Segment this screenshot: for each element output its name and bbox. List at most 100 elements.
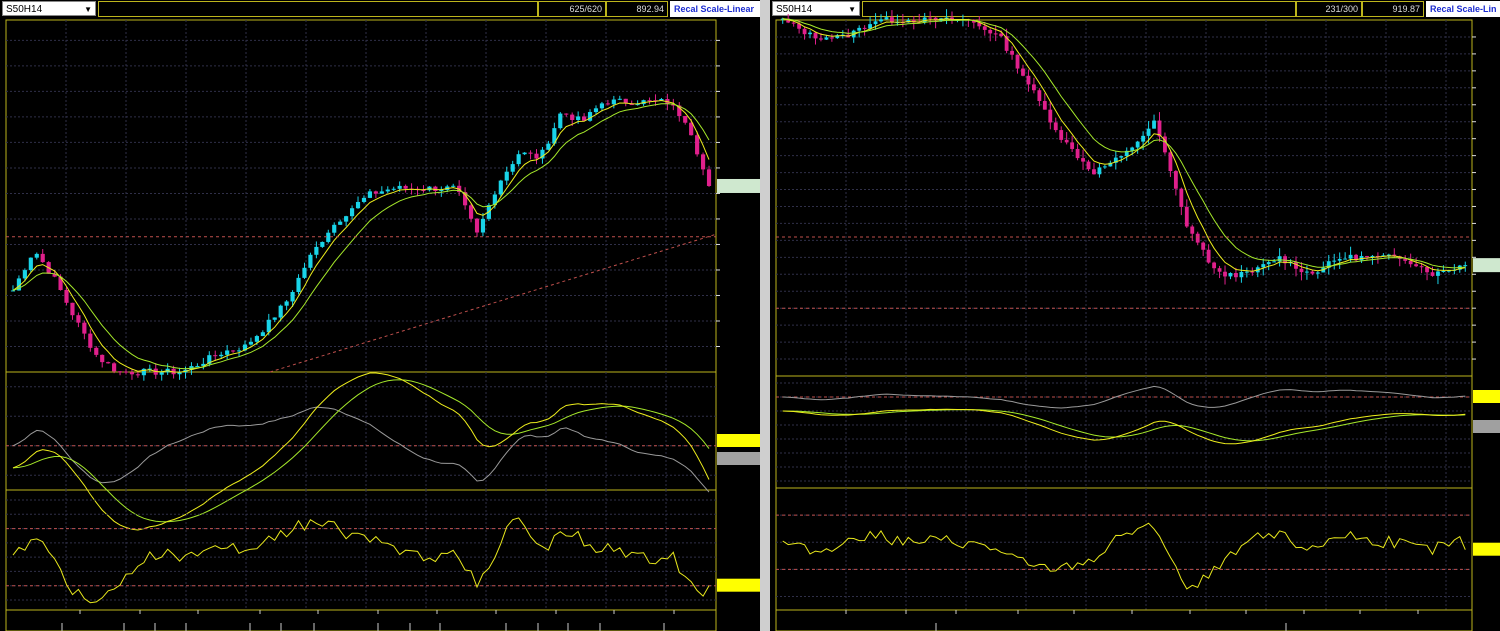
candle-body xyxy=(1168,152,1173,172)
candle-body xyxy=(326,232,331,242)
candle-body xyxy=(558,113,563,129)
candle-body xyxy=(296,277,301,293)
candle-body xyxy=(260,332,265,337)
candle-body xyxy=(1081,158,1085,162)
candle-body xyxy=(570,114,575,120)
candle-body xyxy=(1010,50,1014,55)
price-tag-box xyxy=(717,178,760,193)
candle-body xyxy=(1141,135,1146,142)
candle-body xyxy=(1146,128,1151,136)
candle-body xyxy=(1277,256,1282,262)
candle-body xyxy=(879,19,883,22)
candle-body xyxy=(791,22,796,24)
candle-body xyxy=(1217,268,1222,272)
candle-body xyxy=(1463,265,1468,267)
candle-body xyxy=(1234,273,1238,278)
candle-body xyxy=(278,305,283,318)
candle-body xyxy=(106,362,111,364)
candle-body xyxy=(1037,90,1042,102)
candle-body xyxy=(522,152,527,155)
price-tag-box xyxy=(1473,258,1500,273)
candle-body xyxy=(314,246,319,255)
candle-body xyxy=(819,38,823,40)
candle-body xyxy=(1299,268,1304,273)
candle-body xyxy=(1097,167,1102,175)
candle-body xyxy=(391,188,396,190)
candle-body xyxy=(1059,130,1064,140)
right-chart-panel: S50H14 ▼ 231/300 919.87 Recal Scale-Lin xyxy=(770,0,1500,631)
candle-body xyxy=(290,292,295,302)
candle-body xyxy=(433,186,438,191)
candle-body xyxy=(1184,206,1189,227)
candle-body xyxy=(468,205,474,219)
candle-body xyxy=(534,153,539,159)
candle-body xyxy=(94,347,99,355)
candle-body xyxy=(236,350,242,352)
candle-body xyxy=(1332,260,1337,262)
candle-body xyxy=(284,301,289,306)
candle-body xyxy=(1419,266,1424,268)
pane-frame xyxy=(775,375,1473,489)
candle-body xyxy=(1102,166,1107,168)
candle-body xyxy=(82,322,87,334)
candle-body xyxy=(605,103,610,105)
candle-body xyxy=(546,143,551,150)
left-chart-svg xyxy=(5,19,760,631)
candle-body xyxy=(338,221,343,225)
candle-body xyxy=(254,336,259,342)
candle-body xyxy=(498,180,503,195)
candle-body xyxy=(361,197,367,202)
candle-body xyxy=(993,33,998,35)
candle-body xyxy=(1026,75,1031,85)
candle-body xyxy=(1239,272,1244,278)
candle-body xyxy=(647,100,652,102)
time-axis-frame xyxy=(775,609,1473,631)
candle-body xyxy=(1272,261,1277,263)
panel-divider[interactable] xyxy=(760,0,770,631)
pane-frame xyxy=(5,489,717,611)
rsi-tag-box xyxy=(717,578,760,592)
candle-body xyxy=(355,201,361,209)
macd-tag-box xyxy=(1473,390,1500,403)
candle-body xyxy=(373,191,378,194)
candle-body xyxy=(1310,271,1315,274)
candle-body xyxy=(528,152,533,154)
candle-body xyxy=(117,371,123,373)
candle-body xyxy=(700,154,706,170)
candle-body xyxy=(1408,260,1413,265)
candle-body xyxy=(1425,267,1429,273)
candle-body xyxy=(10,290,16,292)
candle-body xyxy=(1152,120,1156,129)
rsi-tag-box xyxy=(1473,542,1500,556)
candle-body xyxy=(129,372,135,375)
pane-frame xyxy=(5,371,717,491)
candle-body xyxy=(76,315,81,323)
candle-body xyxy=(1064,139,1069,143)
candle-body xyxy=(1015,54,1020,69)
candle-body xyxy=(123,371,129,373)
candle-body xyxy=(1250,271,1255,273)
candle-body xyxy=(1048,109,1053,123)
candle-body xyxy=(1179,188,1184,207)
candle-body xyxy=(1119,156,1124,158)
candle-body xyxy=(599,103,605,109)
candle-body xyxy=(1190,226,1195,234)
candle-body xyxy=(802,28,807,35)
candle-body xyxy=(617,98,622,100)
candle-body xyxy=(504,171,509,181)
candle-body xyxy=(829,37,834,39)
candle-body xyxy=(1070,142,1075,149)
candle-body xyxy=(862,27,867,29)
pane-frame xyxy=(775,19,1473,377)
candle-body xyxy=(219,354,224,357)
candle-body xyxy=(611,99,616,105)
candle-body xyxy=(1228,273,1233,277)
candle-body xyxy=(1348,254,1353,259)
candle-body xyxy=(403,185,408,189)
candle-body xyxy=(1305,271,1309,273)
candle-body xyxy=(225,350,230,355)
candle-body xyxy=(1135,141,1140,148)
time-axis-frame xyxy=(5,609,717,631)
candle-body xyxy=(213,355,218,357)
candle-body xyxy=(266,319,271,333)
